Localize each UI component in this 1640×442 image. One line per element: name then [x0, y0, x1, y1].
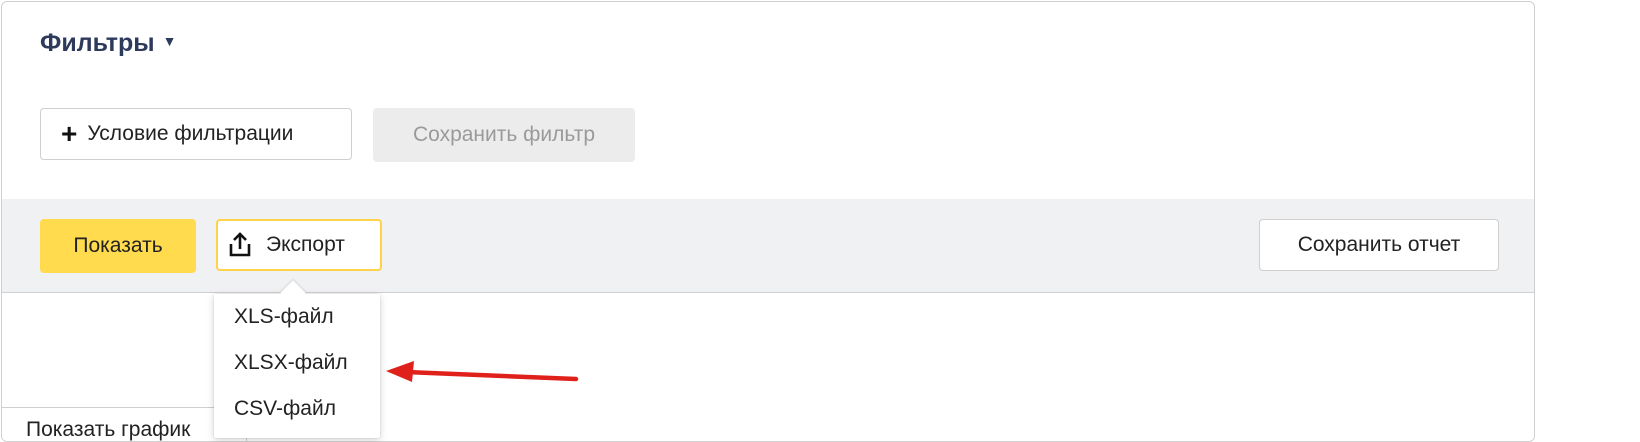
action-bar: Показать Экспорт Сохранить отчет	[2, 199, 1534, 293]
show-button[interactable]: Показать	[40, 219, 196, 273]
save-report-label: Сохранить отчет	[1297, 233, 1461, 256]
menu-item-xlsx[interactable]: XLSX-файл	[214, 340, 380, 386]
show-chart-tab[interactable]: Показать график	[2, 407, 247, 441]
show-label: Показать	[73, 234, 163, 257]
upload-icon	[228, 232, 252, 258]
export-button[interactable]: Экспорт	[216, 219, 382, 271]
save-report-button[interactable]: Сохранить отчет	[1259, 219, 1499, 271]
show-chart-label: Показать график	[26, 418, 191, 441]
add-condition-button[interactable]: + Условие фильтрации	[40, 108, 352, 160]
annotation-arrow-icon	[380, 355, 580, 390]
save-filter-label: Сохранить фильтр	[412, 123, 596, 146]
menu-item-xls[interactable]: XLS-файл	[214, 294, 380, 340]
export-label: Экспорт	[266, 233, 345, 256]
filters-title: Фильтры	[40, 29, 155, 57]
menu-item-label: CSV-файл	[234, 397, 336, 420]
plus-icon: +	[61, 118, 78, 149]
menu-item-label: XLS-файл	[234, 305, 334, 328]
menu-item-csv[interactable]: CSV-файл	[214, 386, 380, 432]
caret-down-icon: ▼	[162, 32, 177, 49]
save-filter-button[interactable]: Сохранить фильтр	[373, 108, 635, 162]
add-condition-label: Условие фильтрации	[87, 122, 294, 145]
export-dropdown-menu: XLS-файл XLSX-файл CSV-файл	[214, 280, 380, 438]
filters-header[interactable]: Фильтры ▼	[40, 29, 176, 58]
menu-item-label: XLSX-файл	[234, 351, 348, 374]
